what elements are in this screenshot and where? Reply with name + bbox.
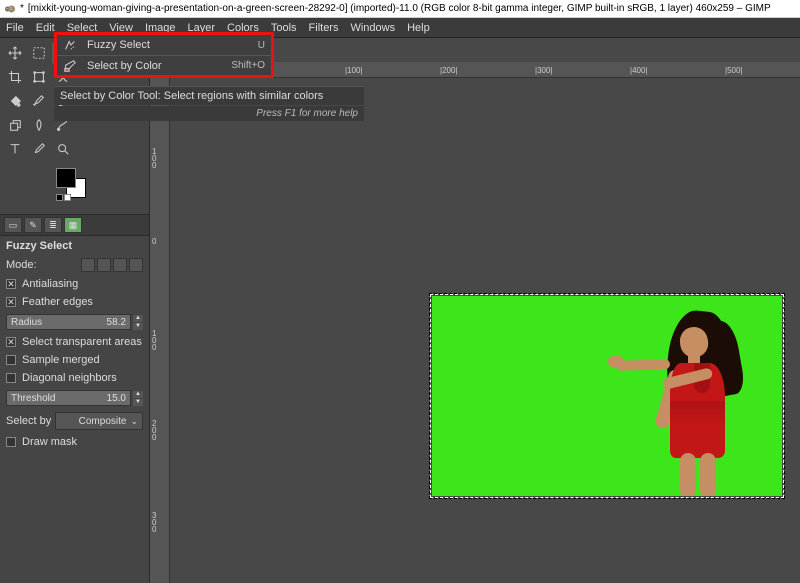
window-title-text: [mixkit-young-woman-giving-a-presentatio… xyxy=(28,3,771,14)
antialiasing-label: Antialiasing xyxy=(22,278,143,290)
radius-label: Radius xyxy=(11,317,42,328)
flyout-item-fuzzy-select[interactable]: Fuzzy Select U xyxy=(57,35,271,55)
diagonal-label: Diagonal neighbors xyxy=(22,372,143,384)
tool-flyout-menu: Fuzzy Select U Select by Color Shift+O xyxy=(54,32,274,78)
antialiasing-checkbox[interactable] xyxy=(6,279,16,289)
threshold-slider[interactable]: Threshold 15.0 ▲▼ xyxy=(6,390,143,406)
mode-row: Mode: xyxy=(6,258,143,272)
canvas-board[interactable] xyxy=(170,78,800,583)
rect-select-tool[interactable] xyxy=(28,42,50,64)
feather-label: Feather edges xyxy=(22,296,143,308)
chevron-down-icon: ⌄ xyxy=(130,416,138,427)
select-by-label: Select by xyxy=(6,415,51,427)
flyout-hint: Press F1 for more help xyxy=(54,106,364,121)
window-titlebar: * [mixkit-young-woman-giving-a-presentat… xyxy=(0,0,800,18)
sample-merged-checkbox[interactable] xyxy=(6,355,16,365)
select-transparent-row[interactable]: Select transparent areas xyxy=(6,336,143,348)
menu-filters[interactable]: Filters xyxy=(309,22,339,34)
swap-reset-icons[interactable] xyxy=(56,194,71,201)
menu-tools[interactable]: Tools xyxy=(271,22,297,34)
feather-row[interactable]: Feather edges xyxy=(6,296,143,308)
dock-tabs: ▭ ✎ ≣ ▦ xyxy=(0,214,149,236)
move-tool[interactable] xyxy=(4,42,26,64)
canvas-image[interactable] xyxy=(432,296,782,496)
selection-marquee xyxy=(432,296,782,496)
antialiasing-row[interactable]: Antialiasing xyxy=(6,278,143,290)
clone-tool[interactable] xyxy=(4,114,26,136)
text-tool[interactable] xyxy=(4,138,26,160)
radius-slider[interactable]: Radius 58.2 ▲▼ xyxy=(6,314,143,330)
draw-mask-row[interactable]: Draw mask xyxy=(6,436,143,448)
flyout-label: Fuzzy Select xyxy=(87,39,248,51)
sample-merged-row[interactable]: Sample merged xyxy=(6,354,143,366)
select-by-value: Composite xyxy=(79,416,127,427)
paintbrush-tool[interactable] xyxy=(28,90,50,112)
select-transparent-checkbox[interactable] xyxy=(6,337,16,347)
draw-mask-label: Draw mask xyxy=(22,436,143,448)
flyout-item-select-by-color[interactable]: Select by Color Shift+O xyxy=(57,55,271,75)
toolbox-panel: Fuzzy Select U Select by Color Shift+O S… xyxy=(0,38,150,583)
mode-label: Mode: xyxy=(6,259,75,271)
dock-tab-images[interactable]: ▦ xyxy=(64,217,82,233)
menu-windows[interactable]: Windows xyxy=(350,22,395,34)
flyout-shortcut: U xyxy=(258,40,265,51)
radius-spinner[interactable]: ▲▼ xyxy=(133,315,143,330)
menu-help[interactable]: Help xyxy=(407,22,430,34)
flyout-tooltip: Select by Color Tool: Select regions wit… xyxy=(54,86,364,105)
smudge-tool[interactable] xyxy=(28,114,50,136)
vertical-ruler[interactable]: 1 0 001 0 02 0 03 0 0 xyxy=(150,78,170,583)
threshold-label: Threshold xyxy=(11,393,55,404)
select-by-color-icon xyxy=(63,59,77,73)
select-transparent-label: Select transparent areas xyxy=(22,336,143,348)
color-picker-tool[interactable] xyxy=(28,138,50,160)
transform-tool[interactable] xyxy=(28,66,50,88)
tool-options-heading: Fuzzy Select xyxy=(6,240,143,252)
menu-edit[interactable]: Edit xyxy=(36,22,55,34)
tool-options-panel: Fuzzy Select Mode: Antialiasing Feather … xyxy=(0,236,149,583)
fuzzy-select-icon xyxy=(63,38,77,52)
diagonal-checkbox[interactable] xyxy=(6,373,16,383)
menu-file[interactable]: File xyxy=(6,22,24,34)
flyout-shortcut: Shift+O xyxy=(231,60,265,71)
crop-tool[interactable] xyxy=(4,66,26,88)
dock-tab-tool-options[interactable]: ▭ xyxy=(4,217,22,233)
fg-color-swatch[interactable] xyxy=(56,168,76,188)
threshold-spinner[interactable]: ▲▼ xyxy=(133,391,143,406)
zoom-tool[interactable] xyxy=(52,138,74,160)
bucket-fill-tool[interactable] xyxy=(4,90,26,112)
radius-value: 58.2 xyxy=(107,317,126,328)
threshold-value: 15.0 xyxy=(107,393,126,404)
select-by-row: Select by Composite ⌄ xyxy=(6,412,143,430)
gimp-logo-icon xyxy=(4,3,16,15)
draw-mask-checkbox[interactable] xyxy=(6,437,16,447)
dock-tab-device[interactable]: ✎ xyxy=(24,217,42,233)
select-by-dropdown[interactable]: Composite ⌄ xyxy=(55,412,143,430)
sample-merged-label: Sample merged xyxy=(22,354,143,366)
mode-buttons[interactable] xyxy=(81,258,143,272)
document-dirty-marker: * xyxy=(20,3,24,14)
feather-checkbox[interactable] xyxy=(6,297,16,307)
dock-tab-layers[interactable]: ≣ xyxy=(44,217,62,233)
diagonal-row[interactable]: Diagonal neighbors xyxy=(6,372,143,384)
color-swatches[interactable] xyxy=(56,168,96,204)
image-subject xyxy=(622,311,752,496)
flyout-label: Select by Color xyxy=(87,60,221,72)
